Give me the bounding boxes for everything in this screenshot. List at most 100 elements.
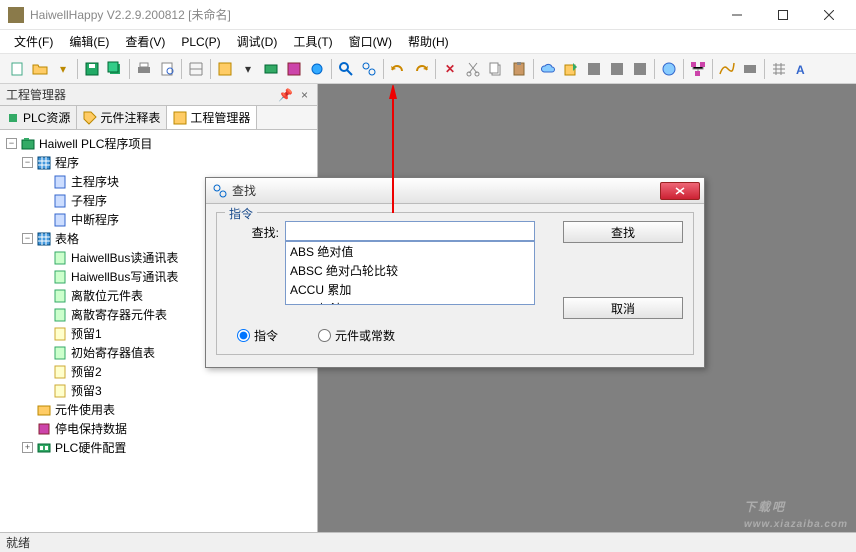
tree-label: 中断程序 bbox=[71, 211, 119, 228]
tb-copy[interactable] bbox=[485, 58, 507, 80]
tree-label: 表格 bbox=[55, 230, 79, 247]
tb-findnext[interactable] bbox=[358, 58, 380, 80]
search-input[interactable] bbox=[285, 221, 535, 241]
tree-program-group[interactable]: − 程序 bbox=[20, 153, 313, 172]
doc-blue-icon bbox=[52, 212, 68, 228]
tree-retain[interactable]: 停电保持数据 bbox=[20, 419, 313, 438]
tab-label: 工程管理器 bbox=[190, 109, 250, 126]
panel-tabs: PLC资源 元件注释表 工程管理器 bbox=[0, 106, 317, 130]
dialog-titlebar[interactable]: 查找 bbox=[206, 178, 704, 204]
list-item[interactable]: ADD 加法 bbox=[286, 299, 534, 305]
tree-label: 离散寄存器元件表 bbox=[71, 306, 167, 323]
window-title: HaiwellHappy V2.2.9.200812 [未命名] bbox=[30, 6, 714, 23]
instruction-listbox[interactable]: ABS 绝对值 ABSC 绝对凸轮比较 ACCU 累加 ADD 加法 bbox=[285, 241, 535, 305]
retain-icon bbox=[36, 421, 52, 437]
tab-comment-table[interactable]: 元件注释表 bbox=[77, 106, 167, 129]
tree-label: 初始寄存器值表 bbox=[71, 344, 155, 361]
dialog-title: 查找 bbox=[232, 182, 660, 199]
doc-green-icon bbox=[52, 307, 68, 323]
tab-plc-resource[interactable]: PLC资源 bbox=[0, 106, 77, 129]
expander-icon[interactable]: − bbox=[22, 233, 33, 244]
menu-help[interactable]: 帮助(H) bbox=[402, 31, 455, 52]
tb-delete[interactable]: ✕ bbox=[439, 58, 461, 80]
tb-cut[interactable] bbox=[462, 58, 484, 80]
doc-blue-icon bbox=[52, 193, 68, 209]
tree-label: 预留1 bbox=[71, 325, 102, 342]
menu-file[interactable]: 文件(F) bbox=[8, 31, 59, 52]
tree-label: HaiwellBus写通讯表 bbox=[71, 268, 178, 285]
tb-save[interactable] bbox=[81, 58, 103, 80]
tb-tool1[interactable] bbox=[739, 58, 761, 80]
doc-green-icon bbox=[52, 269, 68, 285]
dialog-close-button[interactable] bbox=[660, 182, 700, 200]
minimize-button[interactable] bbox=[714, 1, 760, 29]
tree-usage[interactable]: 元件使用表 bbox=[20, 400, 313, 419]
tb-find[interactable] bbox=[335, 58, 357, 80]
tb-monitor[interactable] bbox=[658, 58, 680, 80]
tab-label: PLC资源 bbox=[23, 109, 70, 126]
titlebar: HaiwellHappy V2.2.9.200812 [未命名] bbox=[0, 0, 856, 30]
chip-icon bbox=[6, 111, 20, 125]
cancel-button[interactable]: 取消 bbox=[563, 297, 683, 319]
tb-download[interactable] bbox=[260, 58, 282, 80]
radio-component[interactable]: 元件或常数 bbox=[318, 327, 395, 344]
tab-label: 元件注释表 bbox=[100, 109, 160, 126]
app-icon bbox=[8, 7, 24, 23]
expander-icon[interactable]: − bbox=[6, 138, 17, 149]
tb-block1[interactable] bbox=[583, 58, 605, 80]
grid-blue-icon bbox=[36, 155, 52, 171]
tb-block3[interactable] bbox=[629, 58, 651, 80]
tb-saveall[interactable] bbox=[104, 58, 126, 80]
tb-curve[interactable] bbox=[716, 58, 738, 80]
menu-edit[interactable]: 编辑(E) bbox=[63, 31, 115, 52]
list-item[interactable]: ABS 绝对值 bbox=[286, 242, 534, 261]
tb-redo[interactable] bbox=[410, 58, 432, 80]
tb-preview[interactable] bbox=[156, 58, 178, 80]
search-label: 查找: bbox=[227, 221, 279, 241]
menu-tools[interactable]: 工具(T) bbox=[287, 31, 338, 52]
tb-recent[interactable]: ▾ bbox=[52, 58, 74, 80]
tb-upload[interactable] bbox=[283, 58, 305, 80]
tb-ladder[interactable] bbox=[185, 58, 207, 80]
tree-root[interactable]: − Haiwell PLC程序项目 bbox=[4, 134, 313, 153]
tab-project-manager[interactable]: 工程管理器 bbox=[167, 106, 257, 129]
tb-compile[interactable] bbox=[214, 58, 236, 80]
tb-text[interactable]: A bbox=[791, 58, 813, 80]
panel-pin-icon[interactable]: 📌 bbox=[275, 88, 296, 102]
tb-compile-down[interactable]: ▾ bbox=[237, 58, 259, 80]
expander-icon[interactable]: − bbox=[22, 157, 33, 168]
radio-instruction[interactable]: 指令 bbox=[237, 327, 278, 344]
doc-blue-icon bbox=[52, 174, 68, 190]
tb-grid[interactable] bbox=[768, 58, 790, 80]
list-item[interactable]: ACCU 累加 bbox=[286, 280, 534, 299]
menu-debug[interactable]: 调试(D) bbox=[231, 31, 284, 52]
grid-blue-icon bbox=[36, 231, 52, 247]
tree-hardware[interactable]: +PLC硬件配置 bbox=[20, 438, 313, 457]
tree-label: 程序 bbox=[55, 154, 79, 171]
menu-window[interactable]: 窗口(W) bbox=[343, 31, 398, 52]
close-button[interactable] bbox=[806, 1, 852, 29]
tb-paste[interactable] bbox=[508, 58, 530, 80]
menu-plc[interactable]: PLC(P) bbox=[175, 33, 226, 51]
find-button[interactable]: 查找 bbox=[563, 221, 683, 243]
tb-print[interactable] bbox=[133, 58, 155, 80]
tag-icon bbox=[83, 111, 97, 125]
tb-block2[interactable] bbox=[606, 58, 628, 80]
tb-undo[interactable] bbox=[387, 58, 409, 80]
panel-close-icon[interactable]: × bbox=[298, 88, 311, 102]
tree-item[interactable]: 预留3 bbox=[36, 381, 313, 400]
doc-green-icon bbox=[52, 288, 68, 304]
list-item[interactable]: ABSC 绝对凸轮比较 bbox=[286, 261, 534, 280]
tb-export[interactable] bbox=[560, 58, 582, 80]
tb-cloud[interactable] bbox=[537, 58, 559, 80]
tb-new[interactable] bbox=[6, 58, 28, 80]
menu-view[interactable]: 查看(V) bbox=[119, 31, 171, 52]
tb-open[interactable] bbox=[29, 58, 51, 80]
expander-icon[interactable]: + bbox=[22, 442, 33, 453]
doc-green-icon bbox=[52, 345, 68, 361]
tb-network[interactable] bbox=[687, 58, 709, 80]
tb-online[interactable] bbox=[306, 58, 328, 80]
toolbar: ▾ ▾ ✕ A bbox=[0, 54, 856, 84]
maximize-button[interactable] bbox=[760, 1, 806, 29]
find-icon bbox=[212, 183, 228, 199]
